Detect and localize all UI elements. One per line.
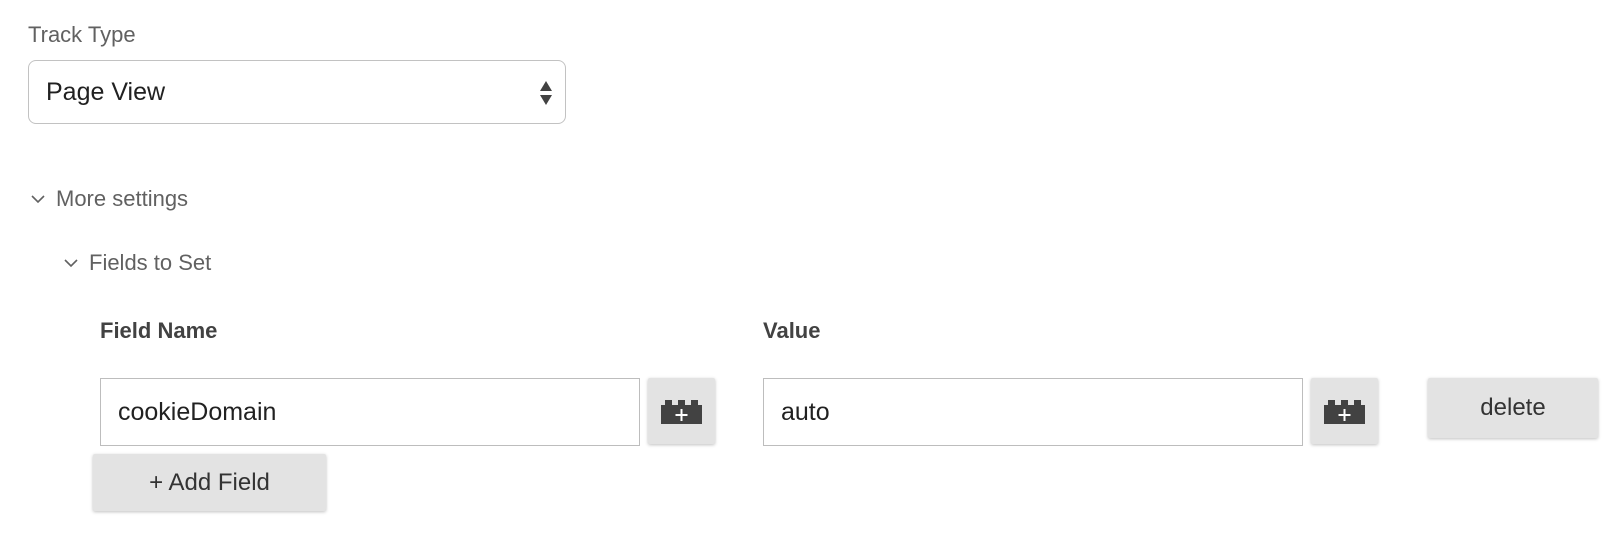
value-variable-button[interactable] xyxy=(1311,378,1378,444)
track-type-selected-value: Page View xyxy=(46,78,166,106)
updown-arrows-icon xyxy=(540,81,552,105)
chevron-down-icon xyxy=(64,259,78,268)
tag-configuration-panel: Track Type Page View More settings Field… xyxy=(0,0,1616,536)
delete-field-button[interactable]: delete xyxy=(1428,378,1598,438)
field-name-variable-button[interactable] xyxy=(648,378,715,444)
fields-to-set-toggle[interactable]: Fields to Set xyxy=(63,248,211,278)
chevron-down-icon xyxy=(31,195,45,204)
variable-brick-icon xyxy=(1324,400,1365,424)
value-column-header: Value xyxy=(763,318,821,343)
field-name-column-header: Field Name xyxy=(100,318,218,343)
more-settings-label: More settings xyxy=(56,186,189,211)
variable-brick-icon xyxy=(661,400,702,424)
fields-to-set-label: Fields to Set xyxy=(89,250,212,275)
track-type-label: Track Type xyxy=(28,22,136,47)
field-value-input[interactable] xyxy=(763,378,1303,446)
field-name-input[interactable] xyxy=(100,378,640,446)
track-type-select[interactable]: Page View xyxy=(28,60,566,124)
add-field-button[interactable]: + Add Field xyxy=(93,454,326,511)
more-settings-toggle[interactable]: More settings xyxy=(30,184,188,214)
